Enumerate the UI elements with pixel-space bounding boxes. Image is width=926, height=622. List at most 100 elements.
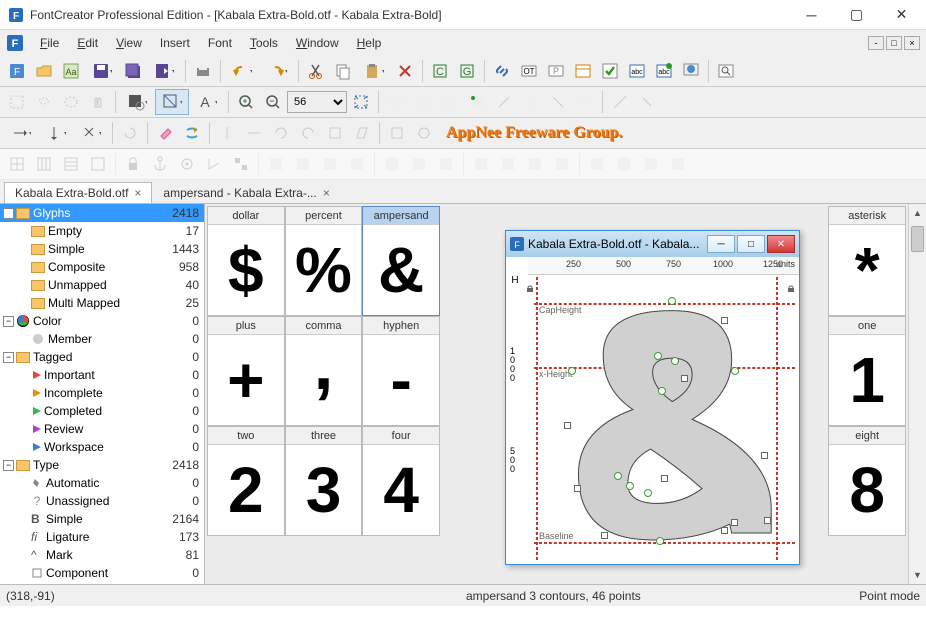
control-point[interactable] <box>668 297 676 305</box>
vertical-scrollbar[interactable]: ▲ ▼ <box>908 204 926 584</box>
minimize-button[interactable]: ─ <box>789 1 834 29</box>
scroll-thumb[interactable] <box>911 226 924 252</box>
maximize-button[interactable]: ▢ <box>834 1 879 29</box>
fit-screen-button[interactable] <box>348 89 374 115</box>
eraser-button[interactable] <box>152 120 178 146</box>
app-menu-icon[interactable]: F <box>6 34 24 52</box>
scroll-down-button[interactable]: ▼ <box>909 566 926 584</box>
control-point[interactable] <box>654 352 662 360</box>
tool-btn-c[interactable] <box>437 89 463 115</box>
tool-btn-b[interactable] <box>410 89 436 115</box>
control-point[interactable] <box>721 317 728 324</box>
control-point[interactable] <box>764 517 771 524</box>
control-point[interactable] <box>721 527 728 534</box>
tree-unassigned[interactable]: ?Unassigned0 <box>0 492 204 510</box>
tree-member[interactable]: Member0 <box>0 330 204 348</box>
glyph-cell[interactable]: hyphen- <box>362 316 440 426</box>
menu-file[interactable]: File <box>32 33 67 53</box>
print-button[interactable] <box>190 58 216 84</box>
flip-h-button[interactable] <box>214 120 240 146</box>
undo-button[interactable] <box>225 58 259 84</box>
zoom-in-button[interactable] <box>233 89 259 115</box>
grid-button-3[interactable] <box>58 151 84 177</box>
link-button[interactable] <box>489 58 515 84</box>
control-point[interactable] <box>731 367 739 375</box>
flip-v-button[interactable] <box>241 120 267 146</box>
arrange-button-2[interactable] <box>495 151 521 177</box>
control-point[interactable] <box>644 489 652 497</box>
mdi-restore-button[interactable]: □ <box>886 36 902 50</box>
glyph-cell[interactable]: percent% <box>285 206 363 316</box>
mdi-close-button[interactable]: × <box>904 36 920 50</box>
align-vertical-button[interactable] <box>39 120 73 146</box>
scale-button[interactable] <box>322 120 348 146</box>
angle-button[interactable] <box>201 151 227 177</box>
validate-button[interactable] <box>597 58 623 84</box>
new-font-button[interactable]: F <box>4 58 30 84</box>
menu-insert[interactable]: Insert <box>152 33 198 53</box>
mirror-button[interactable] <box>411 120 437 146</box>
glyph-cell[interactable]: asterisk* <box>828 206 906 316</box>
arrange-button-3[interactable] <box>522 151 548 177</box>
fill-mode-button[interactable] <box>120 89 154 115</box>
grid-button-4[interactable] <box>85 151 111 177</box>
pen-tool-button[interactable] <box>491 89 517 115</box>
save-all-button[interactable] <box>120 58 146 84</box>
preview-button[interactable]: P <box>543 58 569 84</box>
complete-composites-button[interactable]: C <box>427 58 453 84</box>
anchor-button[interactable] <box>147 151 173 177</box>
save-button[interactable] <box>85 58 119 84</box>
menu-view[interactable]: View <box>108 33 150 53</box>
control-point[interactable] <box>626 482 634 490</box>
scissors-button[interactable] <box>634 89 660 115</box>
glyph-cell[interactable]: two2 <box>207 426 285 536</box>
control-point[interactable] <box>681 375 688 382</box>
glyph-cell[interactable]: one1 <box>828 316 906 426</box>
control-point[interactable] <box>671 357 679 365</box>
tree-review[interactable]: Review0 <box>0 420 204 438</box>
menu-tools[interactable]: Tools <box>242 33 286 53</box>
lasso-button[interactable] <box>31 89 57 115</box>
close-tab-icon[interactable]: × <box>323 186 330 200</box>
zoom-out-button[interactable] <box>260 89 286 115</box>
tree-simple[interactable]: Simple1443 <box>0 240 204 258</box>
align-button-3[interactable] <box>638 151 664 177</box>
tab-glyph-editor[interactable]: ampersand - Kabala Extra-...× <box>152 182 340 203</box>
rotate-cw-button[interactable] <box>268 120 294 146</box>
control-point[interactable] <box>564 422 571 429</box>
align-horizontal-button[interactable] <box>4 120 38 146</box>
tree-composite[interactable]: Composite958 <box>0 258 204 276</box>
tool-btn-a[interactable] <box>383 89 409 115</box>
outline-mode-button[interactable] <box>155 89 189 115</box>
export-button[interactable] <box>147 58 181 84</box>
cut-button[interactable] <box>303 58 329 84</box>
tree-unmapped[interactable]: Unmapped40 <box>0 276 204 294</box>
tool-btn-d[interactable] <box>464 89 490 115</box>
editor-maximize-button[interactable]: □ <box>737 235 765 253</box>
control-point[interactable] <box>614 472 622 480</box>
editor-close-button[interactable]: ✕ <box>767 235 795 253</box>
align-button-2[interactable] <box>611 151 637 177</box>
tree-glyphs[interactable]: −Glyphs2418 <box>0 204 204 222</box>
add-glyph-button[interactable]: G <box>454 58 480 84</box>
eraser-tool-button[interactable] <box>518 89 544 115</box>
glyph-cell[interactable]: ampersand& <box>362 206 440 316</box>
layer-button-2[interactable] <box>290 151 316 177</box>
snap-button[interactable] <box>174 151 200 177</box>
glyph-cell[interactable]: plus+ <box>207 316 285 426</box>
resize-button[interactable] <box>74 120 108 146</box>
tree-type[interactable]: −Type2418 <box>0 456 204 474</box>
layer-button-4[interactable] <box>344 151 370 177</box>
mdi-minimize-button[interactable]: - <box>868 36 884 50</box>
path-button-3[interactable] <box>433 151 459 177</box>
tree-simple2[interactable]: BSimple2164 <box>0 510 204 528</box>
control-point[interactable] <box>761 452 768 459</box>
glyph-cell[interactable]: three3 <box>285 426 363 536</box>
scroll-up-button[interactable]: ▲ <box>909 204 926 222</box>
tree-workspace[interactable]: Workspace0 <box>0 438 204 456</box>
control-point[interactable] <box>568 367 576 375</box>
tree-mark[interactable]: ^Mark81 <box>0 546 204 564</box>
find-button[interactable] <box>713 58 739 84</box>
layer-button-3[interactable] <box>317 151 343 177</box>
brush-tool-button[interactable] <box>572 89 598 115</box>
